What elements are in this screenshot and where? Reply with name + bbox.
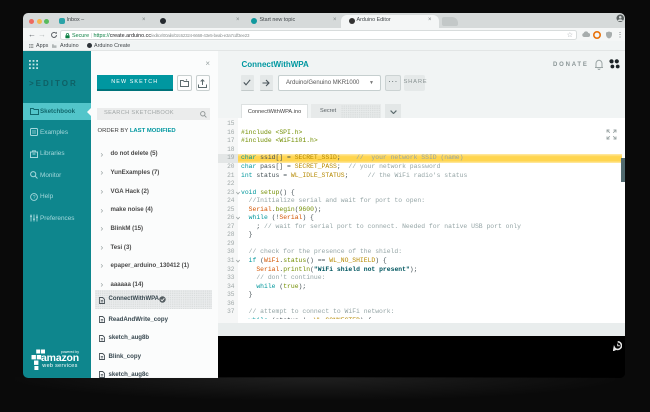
svg-text:?: ? — [32, 194, 35, 200]
